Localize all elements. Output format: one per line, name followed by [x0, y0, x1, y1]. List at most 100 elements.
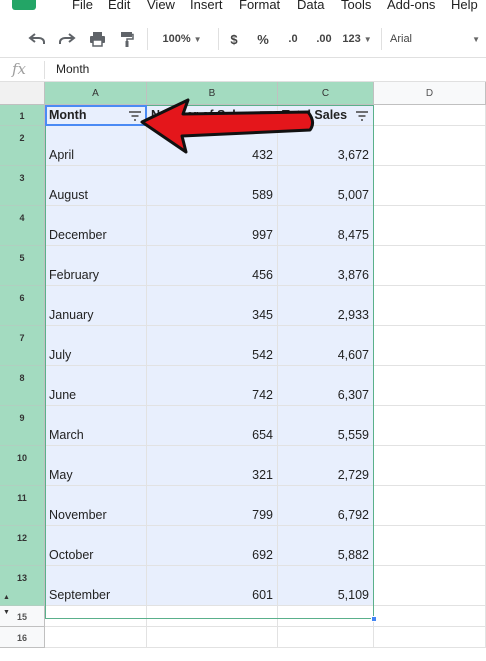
- row-header-10[interactable]: 10: [0, 446, 45, 486]
- row-header-5[interactable]: 5: [0, 246, 45, 286]
- month-cell[interactable]: October: [45, 526, 147, 566]
- empty-cell[interactable]: [374, 246, 486, 286]
- empty-cell[interactable]: [374, 406, 486, 446]
- row-header-6[interactable]: 6: [0, 286, 45, 326]
- menu-addons[interactable]: Add-ons: [387, 0, 435, 12]
- header-cell-number-of-sales[interactable]: Number of Sales: [147, 105, 278, 126]
- menu-insert[interactable]: Insert: [190, 0, 223, 12]
- empty-cell[interactable]: [374, 526, 486, 566]
- redo-icon[interactable]: [56, 29, 78, 49]
- header-cell-total-sales[interactable]: Total Sales: [278, 105, 374, 126]
- month-cell[interactable]: June: [45, 366, 147, 406]
- month-cell[interactable]: March: [45, 406, 147, 446]
- number-of-sales-cell[interactable]: 321: [147, 446, 278, 486]
- select-all-corner[interactable]: [0, 82, 45, 105]
- zoom-select[interactable]: 100% ▼: [155, 29, 209, 49]
- empty-cell[interactable]: [147, 627, 278, 648]
- menu-edit[interactable]: Edit: [108, 0, 130, 12]
- month-cell[interactable]: November: [45, 486, 147, 526]
- paint-format-icon[interactable]: [116, 29, 138, 49]
- filter-icon[interactable]: [355, 110, 369, 122]
- empty-cell[interactable]: [374, 566, 486, 606]
- empty-cell[interactable]: [147, 606, 278, 627]
- row-header-7[interactable]: 7: [0, 326, 45, 366]
- month-cell[interactable]: February: [45, 246, 147, 286]
- month-cell[interactable]: December: [45, 206, 147, 246]
- empty-cell[interactable]: [374, 166, 486, 206]
- empty-cell[interactable]: [278, 606, 374, 627]
- decrease-decimal-button[interactable]: .0: [282, 29, 304, 49]
- month-cell[interactable]: May: [45, 446, 147, 486]
- menu-file[interactable]: File: [72, 0, 93, 12]
- menu-help[interactable]: Help: [451, 0, 478, 12]
- total-sales-cell[interactable]: 8,475: [278, 206, 374, 246]
- row-expand-down-icon[interactable]: ▼: [3, 609, 10, 616]
- more-formats-button[interactable]: 123 ▼: [340, 29, 374, 49]
- undo-icon[interactable]: [26, 29, 48, 49]
- empty-cell[interactable]: [374, 486, 486, 526]
- empty-cell[interactable]: [374, 326, 486, 366]
- row-header-13[interactable]: 13 ▲: [0, 566, 45, 606]
- empty-cell[interactable]: [374, 105, 486, 126]
- row-header-1[interactable]: 1: [0, 105, 45, 126]
- row-header-4[interactable]: 4: [0, 206, 45, 246]
- number-of-sales-cell[interactable]: 601: [147, 566, 278, 606]
- header-cell-month[interactable]: Month: [45, 105, 147, 126]
- total-sales-cell[interactable]: 3,876: [278, 246, 374, 286]
- total-sales-cell[interactable]: 5,109: [278, 566, 374, 606]
- filter-icon[interactable]: [128, 110, 142, 122]
- increase-decimal-button[interactable]: .00: [311, 29, 337, 49]
- percent-button[interactable]: %: [254, 29, 272, 49]
- total-sales-cell[interactable]: 5,007: [278, 166, 374, 206]
- fill-handle[interactable]: [371, 616, 377, 622]
- row-expand-up-icon[interactable]: ▲: [3, 594, 10, 601]
- number-of-sales-cell[interactable]: 742: [147, 366, 278, 406]
- empty-cell[interactable]: [374, 606, 486, 627]
- total-sales-cell[interactable]: 5,559: [278, 406, 374, 446]
- number-of-sales-cell[interactable]: 345: [147, 286, 278, 326]
- empty-cell[interactable]: [374, 206, 486, 246]
- empty-cell[interactable]: [278, 627, 374, 648]
- print-icon[interactable]: [86, 29, 108, 49]
- empty-cell[interactable]: [374, 627, 486, 648]
- menu-tools[interactable]: Tools: [341, 0, 371, 12]
- empty-cell[interactable]: [45, 606, 147, 627]
- total-sales-cell[interactable]: 5,882: [278, 526, 374, 566]
- number-of-sales-cell[interactable]: 799: [147, 486, 278, 526]
- filter-icon[interactable]: [259, 110, 273, 122]
- number-of-sales-cell[interactable]: 432: [147, 126, 278, 166]
- total-sales-cell[interactable]: 2,729: [278, 446, 374, 486]
- number-of-sales-cell[interactable]: 542: [147, 326, 278, 366]
- column-header-b[interactable]: B: [147, 82, 278, 105]
- sheets-logo[interactable]: [12, 0, 36, 10]
- number-of-sales-cell[interactable]: 692: [147, 526, 278, 566]
- total-sales-cell[interactable]: 2,933: [278, 286, 374, 326]
- month-cell[interactable]: August: [45, 166, 147, 206]
- month-cell[interactable]: April: [45, 126, 147, 166]
- menu-format[interactable]: Format: [239, 0, 280, 12]
- row-header-8[interactable]: 8: [0, 366, 45, 406]
- total-sales-cell[interactable]: 4,607: [278, 326, 374, 366]
- row-header-16[interactable]: 16: [0, 627, 45, 648]
- month-cell[interactable]: July: [45, 326, 147, 366]
- month-cell[interactable]: January: [45, 286, 147, 326]
- column-header-d[interactable]: D: [374, 82, 486, 105]
- menu-view[interactable]: View: [147, 0, 175, 12]
- menu-data[interactable]: Data: [297, 0, 324, 12]
- row-header-11[interactable]: 11: [0, 486, 45, 526]
- empty-cell[interactable]: [374, 366, 486, 406]
- empty-cell[interactable]: [374, 126, 486, 166]
- total-sales-cell[interactable]: 6,307: [278, 366, 374, 406]
- formula-input[interactable]: Month: [56, 62, 89, 76]
- number-of-sales-cell[interactable]: 654: [147, 406, 278, 446]
- month-cell[interactable]: September: [45, 566, 147, 606]
- font-select[interactable]: Arial ▼: [390, 29, 480, 49]
- row-header-12[interactable]: 12: [0, 526, 45, 566]
- row-header-9[interactable]: 9: [0, 406, 45, 446]
- number-of-sales-cell[interactable]: 589: [147, 166, 278, 206]
- empty-cell[interactable]: [45, 627, 147, 648]
- empty-cell[interactable]: [374, 446, 486, 486]
- row-header-2[interactable]: 2: [0, 126, 45, 166]
- row-header-15[interactable]: 15 ▼: [0, 606, 45, 627]
- row-header-3[interactable]: 3: [0, 166, 45, 206]
